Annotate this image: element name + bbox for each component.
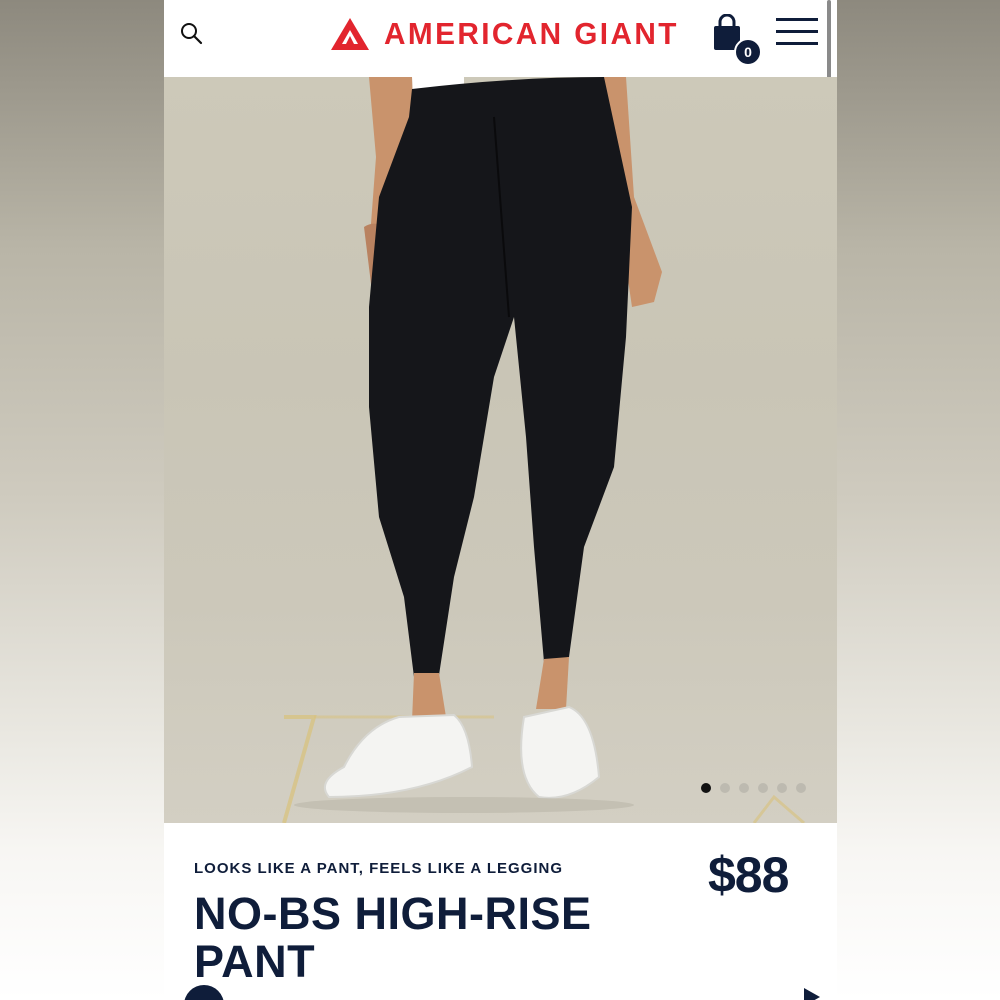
search-icon bbox=[181, 23, 203, 45]
image-carousel-dots bbox=[701, 783, 806, 793]
product-image[interactable] bbox=[164, 77, 837, 823]
carousel-dot-1[interactable] bbox=[701, 783, 711, 793]
site-header: AMERICAN GIANT 0 bbox=[164, 0, 837, 104]
product-tagline: LOOKS LIKE A PANT, FEELS LIKE A LEGGING bbox=[194, 860, 564, 877]
search-button[interactable] bbox=[178, 20, 206, 48]
hamburger-menu-icon[interactable] bbox=[776, 18, 818, 50]
carousel-dot-4[interactable] bbox=[758, 783, 768, 793]
brand-name: AMERICAN GIANT bbox=[384, 16, 679, 51]
backdrop-left bbox=[0, 0, 164, 1000]
product-photo bbox=[282, 77, 805, 823]
product-price: $88 bbox=[708, 847, 789, 903]
brand-logo[interactable]: AMERICAN GIANT bbox=[330, 14, 691, 54]
cart-count-badge: 0 bbox=[734, 38, 762, 66]
info-icon[interactable] bbox=[184, 985, 224, 1000]
product-page: AMERICAN GIANT 0 LOOKS LIKE A PANT, FEEL… bbox=[164, 0, 837, 1000]
carousel-dot-3[interactable] bbox=[739, 783, 749, 793]
carousel-dot-2[interactable] bbox=[720, 783, 730, 793]
backdrop-right bbox=[837, 0, 1000, 1000]
product-title: NO-BS HIGH-RISE PANT bbox=[194, 888, 592, 987]
carousel-dot-6[interactable] bbox=[796, 783, 806, 793]
carousel-dot-5[interactable] bbox=[777, 783, 787, 793]
chevron-right-icon[interactable] bbox=[802, 988, 820, 1000]
triangle-logo-icon bbox=[331, 18, 369, 50]
